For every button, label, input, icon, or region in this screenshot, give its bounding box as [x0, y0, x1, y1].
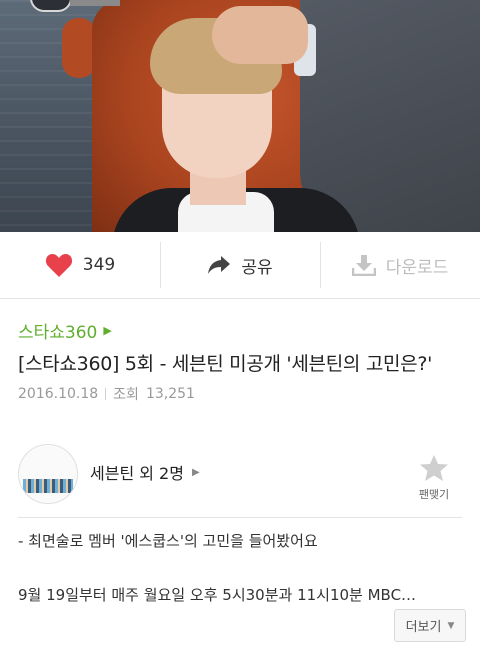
upload-date: 2016.10.18	[18, 386, 99, 402]
hand	[212, 6, 308, 64]
group-photo	[23, 479, 73, 493]
broadcast-ticker	[70, 0, 120, 6]
like-count: 349	[82, 255, 116, 275]
chevron-right-icon: ▶	[191, 466, 200, 478]
download-label: 다운로드	[385, 257, 449, 278]
star-icon	[420, 455, 448, 481]
artist-row: 세븐틴 외 2명 ▶ 팬맺기	[18, 444, 462, 504]
description-line-2: 9월 19일부터 매주 월요일 오후 5시30분과 11시10분 MBC…	[18, 586, 417, 604]
section-divider	[18, 517, 462, 518]
video-meta: 2016.10.18 조회 13,251	[18, 384, 195, 404]
video-thumbnail[interactable]	[0, 0, 480, 232]
download-button[interactable]: 다운로드	[320, 232, 480, 298]
views-label: 조회	[113, 387, 139, 403]
channel-name: 스타쇼360	[18, 323, 98, 343]
chair-ornament	[62, 18, 96, 78]
more-button[interactable]: 더보기 ▼	[394, 609, 466, 642]
chevron-right-icon: ▶	[103, 324, 112, 337]
chevron-down-icon: ▼	[447, 620, 455, 631]
share-arrow-icon	[207, 255, 231, 275]
share-button[interactable]: 공유	[160, 232, 320, 298]
like-button[interactable]: 349	[0, 232, 160, 298]
video-title: [스타쇼360] 5회 - 세븐틴 미공개 '세븐틴의 고민은?'	[18, 353, 433, 375]
artist-name: 세븐틴 외 2명	[90, 464, 184, 483]
fan-label: 팬맺기	[418, 488, 450, 501]
meta-divider	[105, 388, 107, 400]
description-line-1: - 최면술로 멤버 '에스쿱스'의 고민을 들어봤어요	[18, 532, 318, 550]
fan-button[interactable]: 팬맺기	[412, 454, 456, 502]
view-count: 13,251	[145, 386, 195, 402]
share-label: 공유	[241, 257, 273, 278]
channel-link[interactable]: 스타쇼360 ▶	[18, 318, 112, 343]
download-icon	[351, 254, 376, 276]
action-bar: 349 공유 다운로드	[0, 232, 480, 299]
more-label: 더보기	[405, 620, 442, 635]
artist-link[interactable]: 세븐틴 외 2명 ▶	[90, 460, 200, 484]
heart-icon	[45, 253, 73, 278]
artist-avatar[interactable]	[18, 444, 78, 504]
